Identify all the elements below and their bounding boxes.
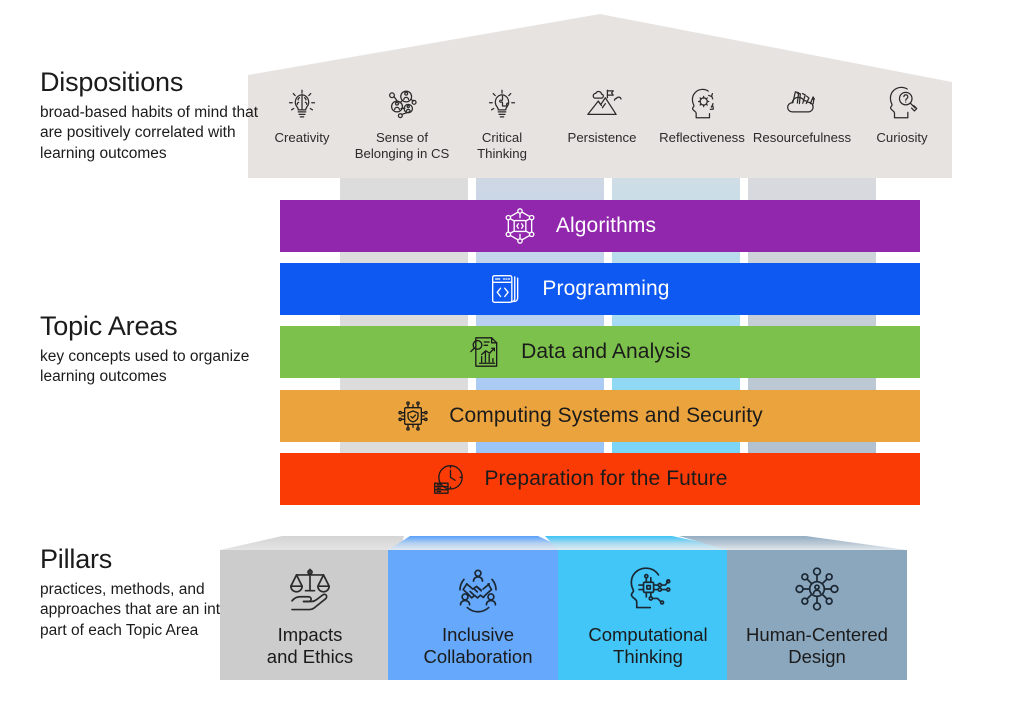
topic-bar-label: Preparation for the Future bbox=[484, 467, 728, 490]
section-description: broad-based habits of mind that are posi… bbox=[40, 103, 258, 162]
disposition-item-critical-thinking[interactable]: Critical Thinking bbox=[452, 84, 552, 161]
section-title: Dispositions bbox=[40, 67, 184, 97]
head-gear-icon bbox=[691, 88, 714, 119]
disposition-label: Resourcefulness bbox=[752, 130, 852, 145]
disposition-label: Persistence bbox=[567, 130, 637, 145]
data-chart-magnifier-icon bbox=[470, 337, 498, 367]
disposition-label: Sense of Belonging in CS bbox=[354, 130, 450, 161]
handshake-people-icon bbox=[459, 569, 497, 613]
disposition-item-curiosity[interactable]: Curiosity bbox=[852, 84, 952, 146]
pillar-label: Human-Centered Design bbox=[746, 624, 888, 667]
disposition-label: Creativity bbox=[274, 130, 330, 145]
pillar-human-centered-design[interactable]: Human-Centered Design bbox=[727, 550, 907, 680]
disposition-label: Critical Thinking bbox=[477, 130, 527, 161]
code-window-icon bbox=[492, 275, 519, 303]
pillar-inclusive-collaboration[interactable]: Inclusive Collaboration bbox=[388, 550, 568, 680]
user-network-icon bbox=[795, 567, 839, 611]
framework-diagram: Creativity Sense of Belonging in CS Crit… bbox=[0, 0, 1024, 714]
lightbulb-puzzle-icon bbox=[488, 89, 516, 118]
disposition-label: Curiosity bbox=[876, 130, 928, 145]
disposition-label: Reflectiveness bbox=[659, 130, 745, 145]
disposition-item-reflectiveness[interactable]: Reflectiveness bbox=[652, 84, 752, 146]
section-label-topic-areas: Topic Areas key concepts used to organiz… bbox=[40, 311, 280, 388]
head-circuit-icon bbox=[630, 567, 671, 609]
topic-bar-computing-systems-and-security[interactable]: Computing Systems and Security bbox=[280, 390, 920, 442]
topic-bar-label: Data and Analysis bbox=[521, 340, 691, 363]
section-label-dispositions: Dispositions broad-based habits of mind … bbox=[40, 67, 280, 164]
lightbulb-brain-icon bbox=[288, 89, 316, 118]
pillar-label: Impacts and Ethics bbox=[266, 624, 354, 667]
topic-bar-label: Computing Systems and Security bbox=[449, 404, 763, 427]
pillar-computational-thinking[interactable]: Computational Thinking bbox=[558, 550, 738, 680]
scales-hand-icon bbox=[290, 568, 330, 611]
pillars-list: Impacts and Ethics Inclusive Collaborati… bbox=[0, 500, 1024, 700]
topic-bar-data-and-analysis[interactable]: Data and Analysis bbox=[280, 326, 920, 378]
chip-shield-icon bbox=[398, 401, 428, 431]
pillar-impacts-and-ethics[interactable]: Impacts and Ethics bbox=[220, 550, 400, 680]
topic-bar-label: Algorithms bbox=[555, 214, 657, 237]
head-magnifier-icon bbox=[889, 86, 918, 119]
topic-bar-programming[interactable]: Programming bbox=[280, 263, 920, 315]
mountain-flag-icon bbox=[587, 89, 622, 116]
dispositions-list: Creativity Sense of Belonging in CS Crit… bbox=[252, 84, 952, 166]
pillar-label: Computational Thinking bbox=[588, 624, 708, 667]
algorithm-node-icon bbox=[505, 208, 535, 244]
disposition-item-sense-of-belonging[interactable]: Sense of Belonging in CS bbox=[352, 84, 452, 161]
disposition-item-resourcefulness[interactable]: Resourcefulness bbox=[752, 84, 852, 146]
topic-bar-preparation-for-the-future[interactable]: Preparation for the Future bbox=[280, 453, 920, 505]
topic-bar-label: Programming bbox=[542, 277, 670, 300]
section-title: Topic Areas bbox=[40, 311, 178, 341]
people-network-icon bbox=[389, 90, 417, 119]
toolbox-supplies-icon bbox=[787, 91, 815, 113]
pillar-label: Inclusive Collaboration bbox=[423, 624, 533, 667]
section-description: key concepts used to organize learning o… bbox=[40, 347, 250, 386]
topic-bar-algorithms[interactable]: Algorithms bbox=[280, 200, 920, 252]
disposition-item-persistence[interactable]: Persistence bbox=[552, 84, 652, 146]
clock-books-icon bbox=[434, 465, 464, 494]
